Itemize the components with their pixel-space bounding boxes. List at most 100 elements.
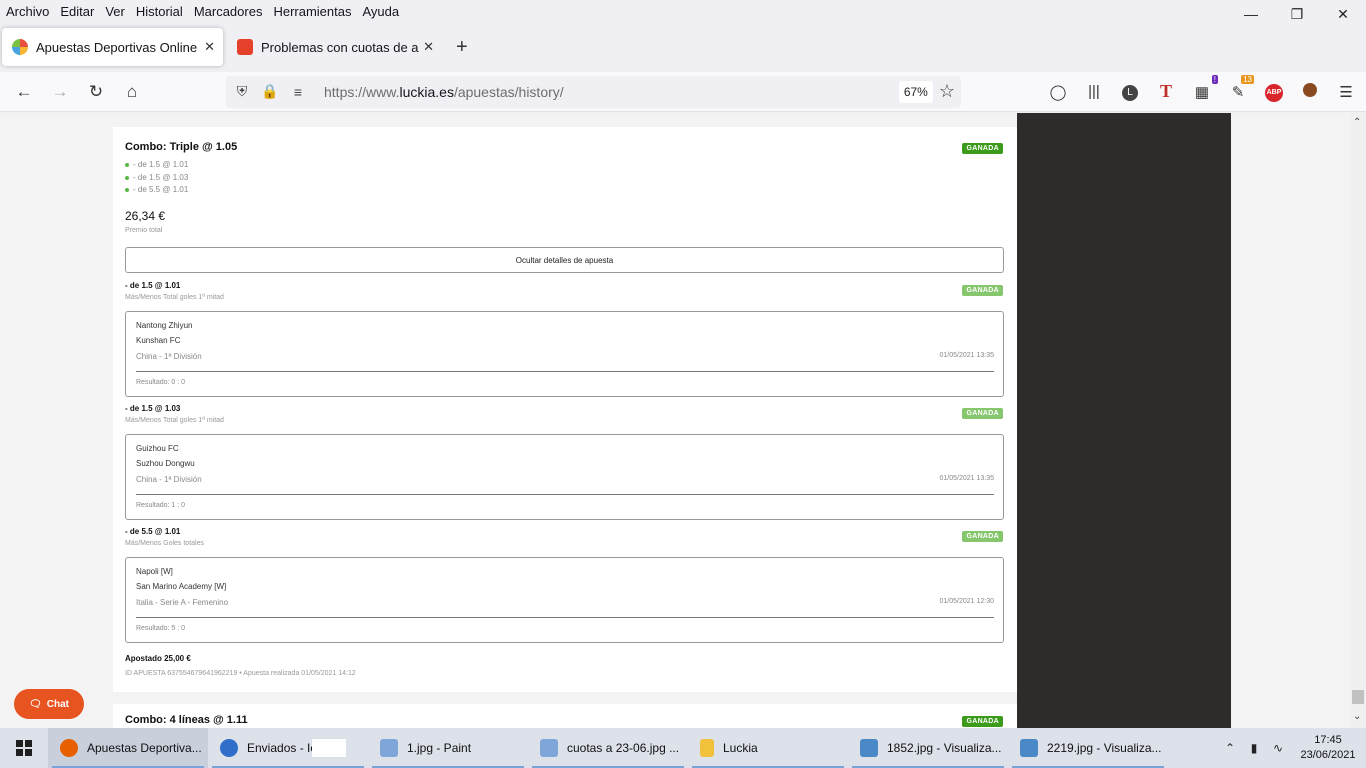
photo-viewer-icon bbox=[860, 739, 878, 757]
divider bbox=[136, 494, 994, 495]
taskbar-label: Apuestas Deportiva... bbox=[87, 741, 202, 755]
close-window-button[interactable]: ✕ bbox=[1320, 0, 1366, 28]
pocket-icon[interactable]: ◯ bbox=[1040, 83, 1076, 101]
home-icon[interactable]: ⌂ bbox=[114, 76, 150, 108]
back-icon[interactable]: ← bbox=[6, 76, 42, 108]
tab-problemas[interactable]: Problemas con cuotas de apues ✕ bbox=[227, 28, 442, 66]
away-team: San Marino Academy [W] bbox=[136, 582, 227, 591]
taskbar-item-firefox[interactable]: Apuestas Deportiva... bbox=[48, 728, 208, 768]
toggle-details-button[interactable]: Ocultar detalles de apuesta bbox=[125, 247, 1004, 273]
taskbar-label: cuotas a 23-06.jpg ... bbox=[567, 741, 680, 755]
selection-market: Más/Menos Total goles 1ª mitad bbox=[125, 294, 224, 301]
taskbar-item-folder[interactable]: Luckia bbox=[688, 728, 848, 768]
bet-id: ID APUESTA 637554679641962219 • Apuesta … bbox=[125, 670, 356, 677]
menu-marcadores[interactable]: Marcadores bbox=[194, 4, 263, 19]
menu-ver[interactable]: Ver bbox=[105, 4, 125, 19]
t-letter: T bbox=[1159, 81, 1172, 101]
menu-archivo[interactable]: Archivo bbox=[6, 4, 49, 19]
window-controls: — ❐ ✕ bbox=[1228, 0, 1366, 28]
taskbar-item-mail[interactable]: Enviados - Ic bbox=[208, 728, 368, 768]
taskbar-item-paint-cuotas[interactable]: cuotas a 23-06.jpg ... bbox=[528, 728, 688, 768]
forward-icon[interactable]: → bbox=[42, 76, 78, 108]
t-extension-icon[interactable]: T bbox=[1148, 81, 1184, 102]
menubar: Archivo Editar Ver Historial Marcadores … bbox=[0, 0, 1366, 22]
url-domain: luckia.es bbox=[399, 83, 454, 100]
menu-herramientas[interactable]: Herramientas bbox=[273, 4, 351, 19]
status-badge: GANADA bbox=[962, 143, 1003, 154]
url-bar[interactable]: ⛨ 🔒 ≡ https://www.luckia.es/apuestas/his… bbox=[226, 75, 961, 108]
prize-amount: 26,34 € bbox=[125, 209, 166, 223]
scrollbar[interactable]: ⌃ ⌄ bbox=[1349, 113, 1366, 728]
url-text[interactable]: https://www.luckia.es/apuestas/history/ bbox=[324, 84, 899, 100]
orange-badge: 13 bbox=[1241, 74, 1254, 84]
paint-icon bbox=[380, 739, 398, 757]
windows-start-icon[interactable] bbox=[0, 728, 48, 768]
reload-icon[interactable]: ↻ bbox=[78, 76, 114, 108]
profile-letter: L bbox=[1122, 85, 1138, 101]
lock-icon[interactable]: 🔒 bbox=[258, 83, 282, 100]
prize-label: Premio total bbox=[125, 227, 163, 234]
menu-hamburger-icon[interactable]: ☰ bbox=[1328, 83, 1364, 101]
zoom-indicator[interactable]: 67% bbox=[898, 80, 933, 103]
chat-bubble-icon: 🗨 bbox=[29, 698, 42, 710]
minimize-button[interactable]: — bbox=[1228, 0, 1274, 28]
tray-chevron-icon[interactable]: ⌃ bbox=[1218, 741, 1242, 755]
new-tab-icon[interactable]: + bbox=[456, 36, 468, 59]
paint-icon bbox=[540, 739, 558, 757]
match-result: Resultado: 0 : 0 bbox=[136, 379, 186, 386]
firefox-icon bbox=[60, 739, 78, 757]
leg-dot-icon bbox=[125, 175, 129, 180]
scroll-up-icon[interactable]: ⌃ bbox=[1353, 117, 1361, 128]
scroll-thumb[interactable] bbox=[1352, 690, 1364, 704]
permissions-icon[interactable]: ≡ bbox=[286, 84, 310, 100]
battery-icon[interactable]: ▮ bbox=[1242, 741, 1266, 755]
edit-extension-icon[interactable]: ✎ 13 bbox=[1220, 74, 1256, 101]
tab-apuestas[interactable]: Apuestas Deportivas Online | Cu ✕ bbox=[2, 28, 223, 66]
match-box: Nantong Zhiyun Kunshan FC China - 1ª Div… bbox=[125, 311, 1004, 397]
selection-title: - de 1.5 @ 1.03 bbox=[125, 404, 181, 413]
selection-market: Más/Menos Total goles 1ª mitad bbox=[125, 417, 224, 424]
home-team: Nantong Zhiyun bbox=[136, 321, 193, 330]
stake-amount: Apostado 25,00 € bbox=[125, 654, 191, 663]
bet-title: Combo: 4 líneas @ 1.11 bbox=[125, 714, 248, 726]
selection-title: - de 1.5 @ 1.01 bbox=[125, 281, 181, 290]
tab-label: Problemas con cuotas de apues bbox=[261, 39, 419, 55]
match-result: Resultado: 1 : 0 bbox=[136, 502, 186, 509]
library-icon[interactable]: ||| bbox=[1076, 83, 1112, 100]
url-path: /apuestas/history/ bbox=[453, 83, 564, 100]
adblock-icon[interactable]: ABP bbox=[1256, 81, 1292, 102]
tab-close-icon[interactable]: ✕ bbox=[423, 39, 434, 55]
away-team: Kunshan FC bbox=[136, 336, 181, 345]
bookmark-star-icon[interactable]: ☆ bbox=[939, 81, 955, 102]
clock[interactable]: 17:45 23/06/2021 bbox=[1290, 733, 1366, 763]
profile-l-icon[interactable]: L bbox=[1112, 82, 1148, 101]
folder-icon bbox=[700, 739, 714, 757]
bet-card: Combo: 4 líneas @ 1.11 GANADA bbox=[113, 704, 1017, 728]
status-badge: GANADA bbox=[962, 285, 1003, 296]
wifi-icon[interactable]: ∿ bbox=[1266, 741, 1290, 755]
match-box: Guizhou FC Suzhou Dongwu China - 1ª Divi… bbox=[125, 434, 1004, 520]
ball-extension-icon[interactable] bbox=[1292, 82, 1328, 101]
restore-button[interactable]: ❐ bbox=[1274, 0, 1320, 28]
taskbar-item-viewer-2219[interactable]: 2219.jpg - Visualiza... bbox=[1008, 728, 1168, 768]
photo-viewer-icon bbox=[1020, 739, 1038, 757]
tab-close-icon[interactable]: ✕ bbox=[204, 39, 215, 55]
taskbar-label: 1.jpg - Paint bbox=[407, 741, 472, 755]
scroll-down-icon[interactable]: ⌄ bbox=[1353, 711, 1361, 722]
leg-dot-icon bbox=[125, 162, 129, 167]
league: Italia - Serie A - Femenino bbox=[136, 598, 229, 607]
chat-button[interactable]: 🗨 Chat bbox=[14, 689, 84, 719]
taskbar-label: 1852.jpg - Visualiza... bbox=[887, 741, 1002, 755]
selection-market: Más/Menos Goles totales bbox=[125, 540, 204, 547]
clock-date: 23/06/2021 bbox=[1300, 749, 1356, 761]
menu-ayuda[interactable]: Ayuda bbox=[362, 4, 399, 19]
taskbar-item-paint[interactable]: 1.jpg - Paint bbox=[368, 728, 528, 768]
bet-card: Combo: Triple @ 1.05 GANADA - de 1.5 @ 1… bbox=[113, 127, 1017, 692]
leg-text: - de 1.5 @ 1.03 bbox=[133, 173, 189, 182]
grid-extension-icon[interactable]: ▦! bbox=[1184, 74, 1220, 101]
menu-editar[interactable]: Editar bbox=[60, 4, 94, 19]
home-team: Napoli [W] bbox=[136, 567, 173, 576]
menu-historial[interactable]: Historial bbox=[136, 4, 183, 19]
shield-icon[interactable]: ⛨ bbox=[230, 83, 254, 100]
taskbar-item-viewer-1852[interactable]: 1852.jpg - Visualiza... bbox=[848, 728, 1008, 768]
